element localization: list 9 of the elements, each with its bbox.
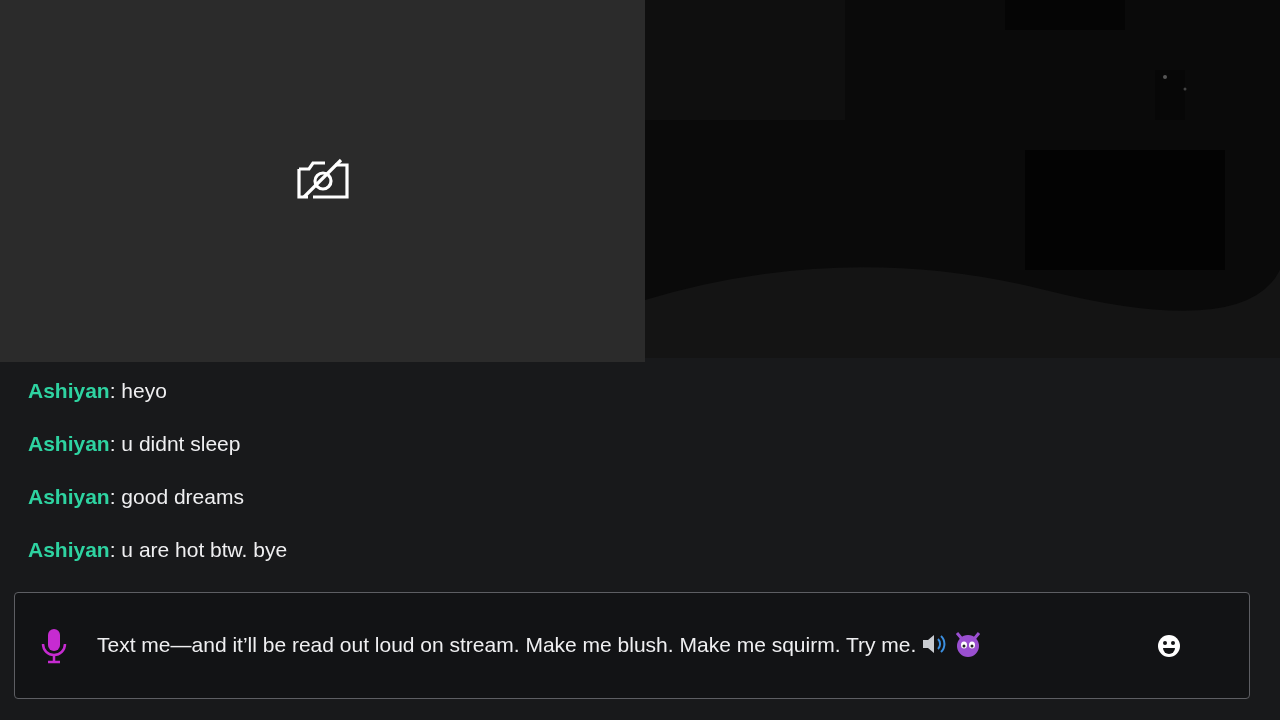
chat-message: Ashiyan: good dreams bbox=[28, 485, 245, 509]
microphone-icon bbox=[41, 627, 67, 664]
placeholder-text: Text me—and it’ll be read out loud on stream. Make me blush. Make me squirm. Try me. bbox=[97, 633, 917, 656]
emoji-button[interactable] bbox=[1157, 633, 1181, 658]
chat-message: Ashiyan: u didnt sleep bbox=[28, 432, 242, 456]
chat-message: Ashiyan: heyo bbox=[28, 379, 168, 403]
message-field[interactable]: Text me—and it’ll be read out loud on stream. Make me blush. Make me squirm. Try me. bbox=[14, 592, 1250, 699]
devil-face-icon bbox=[954, 630, 982, 658]
chat-message: Ashiyan: u are hot btw. bye bbox=[28, 538, 289, 562]
